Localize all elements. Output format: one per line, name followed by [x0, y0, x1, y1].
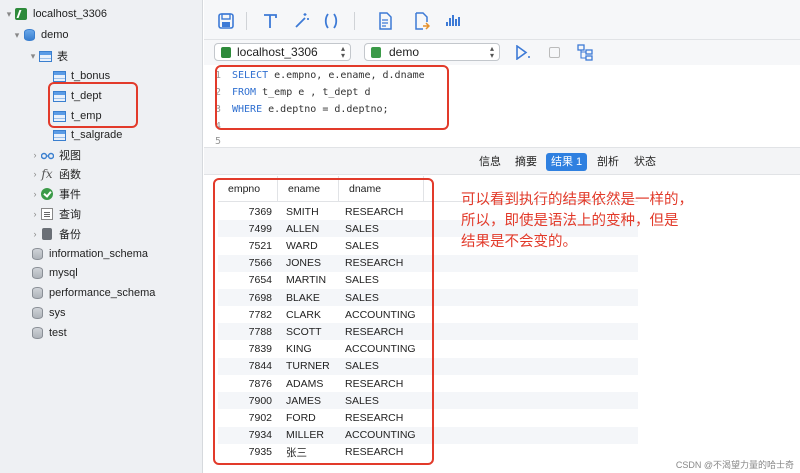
table-icon — [52, 129, 66, 141]
tree-database-item[interactable]: sys — [30, 304, 66, 322]
toolbar — [204, 0, 800, 40]
tree-group-label: 视图 — [59, 150, 81, 162]
tree-table-label: t_bonus — [71, 70, 111, 82]
tree-database-item[interactable]: information_schema — [30, 245, 148, 263]
toolbar-separator — [246, 12, 247, 30]
tree-database-item[interactable]: performance_schema — [30, 284, 155, 302]
updown-chevron-icon: ▴ ▾ — [340, 44, 345, 60]
tree-group-queries[interactable]: › 查询 — [30, 205, 81, 223]
updown-chevron-icon: ▴ ▾ — [489, 44, 494, 60]
tree-database-label: performance_schema — [49, 287, 156, 299]
database-icon — [30, 327, 44, 339]
save-icon[interactable] — [217, 12, 235, 30]
export-icon[interactable] — [412, 12, 430, 30]
highlight-sql-box — [215, 65, 449, 130]
tree-database-item[interactable]: test — [30, 324, 67, 342]
database-icon — [30, 287, 44, 299]
database-icon — [30, 248, 44, 260]
explain-icon[interactable] — [577, 44, 594, 61]
tables-folder-icon — [38, 50, 52, 62]
annotation-text: 可以看到执行的结果依然是一样的， 所以，即使是语法上的变种，但是 结果是不会变的… — [461, 190, 761, 253]
format-icon[interactable] — [261, 12, 279, 30]
connection-select[interactable]: localhost_3306 ▴ ▾ — [214, 43, 351, 61]
chevron-right-icon[interactable]: › — [30, 169, 40, 179]
selector-bar: localhost_3306 ▴ ▾ demo ▴ ▾ — [204, 40, 800, 65]
chevron-down-icon[interactable]: ▾ — [28, 51, 38, 62]
tree-tables-folder-label: 表 — [57, 51, 68, 63]
object-tree-sidebar: ▾ localhost_3306 ▾ demo ▾ 表 t_bonus t_de… — [0, 0, 203, 473]
backup-icon — [40, 228, 54, 240]
magic-wand-icon[interactable] — [292, 12, 310, 30]
tree-connection-label: localhost_3306 — [33, 8, 108, 20]
chevron-right-icon[interactable]: › — [30, 189, 40, 199]
chevron-right-icon[interactable]: › — [30, 150, 40, 160]
result-tabs: 信息 摘要 结果 1 剖析 状态 — [204, 147, 800, 175]
chart-icon[interactable] — [445, 12, 463, 30]
tab-info[interactable]: 信息 — [474, 153, 506, 171]
tree-group-label: 备份 — [59, 229, 81, 241]
event-icon — [40, 188, 54, 200]
connection-icon — [14, 8, 28, 20]
stop-icon[interactable] — [549, 47, 560, 58]
tab-profile[interactable]: 剖析 — [592, 153, 624, 171]
tree-database-label: information_schema — [49, 248, 149, 260]
query-icon — [40, 208, 54, 220]
tree-table-label: t_salgrade — [71, 129, 123, 141]
tree-database-label: sys — [49, 307, 66, 319]
watermark: CSDN @不渴望力量的哈士奇 — [675, 460, 794, 470]
chevron-right-icon[interactable]: › — [30, 209, 40, 219]
document-icon[interactable] — [376, 12, 394, 30]
annotation-line: 所以，即使是语法上的变种，但是 — [461, 213, 679, 229]
tab-summary[interactable]: 摘要 — [510, 153, 542, 171]
tree-group-views[interactable]: › 视图 — [30, 146, 82, 164]
tree-group-events[interactable]: › 事件 — [30, 185, 81, 203]
function-icon: fx — [41, 167, 53, 181]
database-icon — [30, 307, 44, 319]
view-icon — [40, 149, 54, 161]
connection-icon — [221, 46, 231, 58]
database-select-value: demo — [389, 45, 420, 59]
run-icon[interactable] — [515, 45, 531, 60]
tree-group-functions[interactable]: › fx 函数 — [30, 165, 82, 183]
annotation-line: 可以看到执行的结果依然是一样的， — [461, 192, 693, 208]
tab-status[interactable]: 状态 — [629, 153, 661, 171]
line-number: 5 — [214, 136, 222, 147]
database-select[interactable]: demo ▴ ▾ — [364, 43, 500, 61]
tree-database-label: mysql — [49, 267, 78, 279]
tree-database-label: demo — [41, 29, 69, 41]
database-icon — [371, 46, 381, 58]
tree-group-label: 查询 — [59, 209, 81, 221]
tree-group-backups[interactable]: › 备份 — [30, 225, 81, 243]
tree-database-label: test — [49, 327, 67, 339]
toolbar-separator — [354, 12, 355, 30]
tree-database-demo[interactable]: ▾ demo — [12, 26, 69, 44]
tree-database-item[interactable]: mysql — [30, 264, 78, 282]
tree-tables-folder[interactable]: ▾ 表 — [28, 47, 68, 65]
tree-connection[interactable]: ▾ localhost_3306 — [4, 5, 107, 23]
database-icon — [22, 29, 36, 41]
highlight-tables-box — [48, 82, 138, 128]
table-icon — [52, 70, 66, 82]
tree-group-label: 函数 — [59, 169, 81, 181]
database-icon — [30, 267, 44, 279]
connection-select-value: localhost_3306 — [237, 45, 318, 59]
tree-table-item[interactable]: t_salgrade — [52, 126, 122, 144]
chevron-right-icon[interactable]: › — [30, 229, 40, 239]
tab-result-1[interactable]: 结果 1 — [546, 153, 588, 171]
highlight-result-box — [213, 178, 434, 465]
parentheses-icon[interactable] — [322, 12, 340, 30]
annotation-line: 结果是不会变的。 — [461, 234, 577, 250]
chevron-down-icon[interactable]: ▾ — [12, 30, 22, 41]
chevron-down-icon[interactable]: ▾ — [4, 9, 14, 20]
tree-group-label: 事件 — [59, 189, 81, 201]
